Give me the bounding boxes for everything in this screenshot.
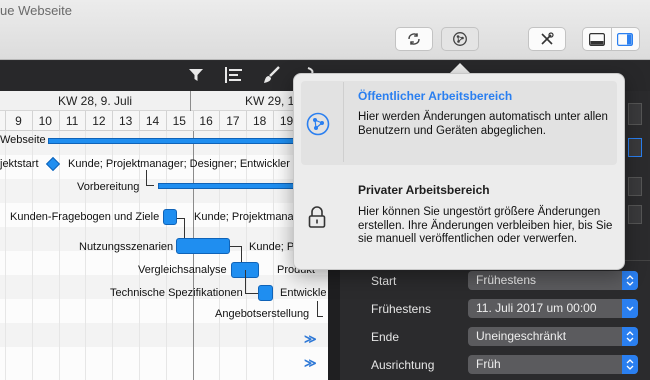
end-select[interactable]: Uneingeschränkt [468,327,638,346]
alignment-value: Früh [476,357,501,371]
day-cell: 9 [5,111,31,131]
bottom-panel-icon [588,32,605,46]
dependency-line [230,246,242,262]
task-label: Angebotserstellung [215,308,310,320]
spezifikationen-bar[interactable] [258,285,273,301]
bottom-panel-toggle[interactable] [583,28,611,50]
inspector-field-stub[interactable] [628,205,642,224]
resource-label: Kunde; P [249,241,295,253]
earliest-label: Frühestens [371,302,432,316]
network-icon [306,112,330,136]
refresh-icon [408,33,420,45]
project-label: Webseite [0,134,46,146]
day-cell: 10 [31,111,58,131]
private-workspace-title: Privater Arbeitsbereich [358,183,490,197]
side-panel-toggle[interactable] [610,28,640,50]
inspector-field-stub[interactable] [628,177,642,196]
public-workspace-description: Hier werden Änderungen automatisch unter… [358,111,608,137]
gantt-chart: KW 28, 9. Juli KW 29, 1 9 10 11 12 13 14 15 16 1… [0,91,328,380]
dependency-line [317,301,323,317]
outline-icon[interactable] [224,66,244,84]
inspector-field-stub[interactable] [628,103,642,125]
earliest-datetime-field[interactable]: 11. Juli 2017 um 00:00 [468,299,638,318]
milestone-label: jektstart [0,158,39,170]
nutzung-bar[interactable] [176,238,230,254]
tools-button[interactable] [528,27,566,51]
sync-button[interactable] [395,27,433,51]
view-toggle [582,27,640,51]
start-select[interactable]: Frühestens [468,271,638,290]
dependency-line [177,218,185,238]
task-label: Vorbereitung [77,181,140,193]
project-summary-bar[interactable] [48,138,328,144]
day-cell: 17 [219,111,245,131]
task-label: Vergleichsanalyse [138,264,227,276]
day-cell: 18 [246,111,272,131]
day-cell: 15 [165,111,192,131]
tools-icon [541,32,554,45]
day-cell: 14 [139,111,165,131]
scroll-more-icon[interactable]: ≫ [304,332,317,346]
public-workspace-title: Öffentlicher Arbeitsbereich [358,89,513,103]
task-label: Kunden-Fragebogen und Ziele [10,211,160,223]
side-panel-icon [617,32,634,46]
inspector-field-stub[interactable] [628,138,642,157]
day-header: 9 10 11 12 13 14 15 16 17 18 19 [0,111,328,131]
end-value: Uneingeschränkt [476,329,567,343]
start-label: Start [371,274,397,288]
chevron-down-icon [622,299,638,318]
lock-icon [308,206,326,228]
dependency-line [146,170,154,186]
day-cell: 13 [112,111,138,131]
week-label: KW 28, 9. Juli [58,94,133,108]
earliest-value: 11. Juli 2017 um 00:00 [476,301,597,315]
alignment-select[interactable]: Früh [468,355,638,374]
private-workspace-description: Hier können Sie ungestört größere Änderu… [358,206,613,245]
filter-icon[interactable] [187,66,205,84]
week-label: KW 29, 1 [245,94,295,108]
task-label: Nutzungsszenarien [79,241,174,253]
task-label: Technische Spezifikationen [110,287,243,299]
start-value: Frühestens [476,273,537,287]
chevron-updown-icon [622,271,638,290]
dependency-line [245,270,258,294]
day-cell: 11 [58,111,85,131]
chevron-updown-icon [622,355,638,374]
scroll-more-icon[interactable]: ≫ [304,356,317,370]
resource-label: Kunde; Projektmanager; Designer; Entwick… [68,158,290,170]
grid-line [58,131,60,380]
week-header: KW 28, 9. Juli KW 29, 1 [0,91,328,111]
workspace-button[interactable] [441,27,479,51]
network-icon [453,32,467,46]
alignment-label: Ausrichtung [371,358,435,372]
chevron-updown-icon [622,327,638,346]
brush-icon[interactable] [262,66,282,84]
day-cell: 12 [85,111,111,131]
resource-label: Entwickle [280,287,327,299]
resource-label: Kunde; Projektmanag [194,211,300,223]
end-label: Ende [371,330,400,344]
day-cell: 16 [192,111,219,131]
fragebogen-bar[interactable] [163,209,177,225]
window-title: ue Webseite [0,3,73,18]
